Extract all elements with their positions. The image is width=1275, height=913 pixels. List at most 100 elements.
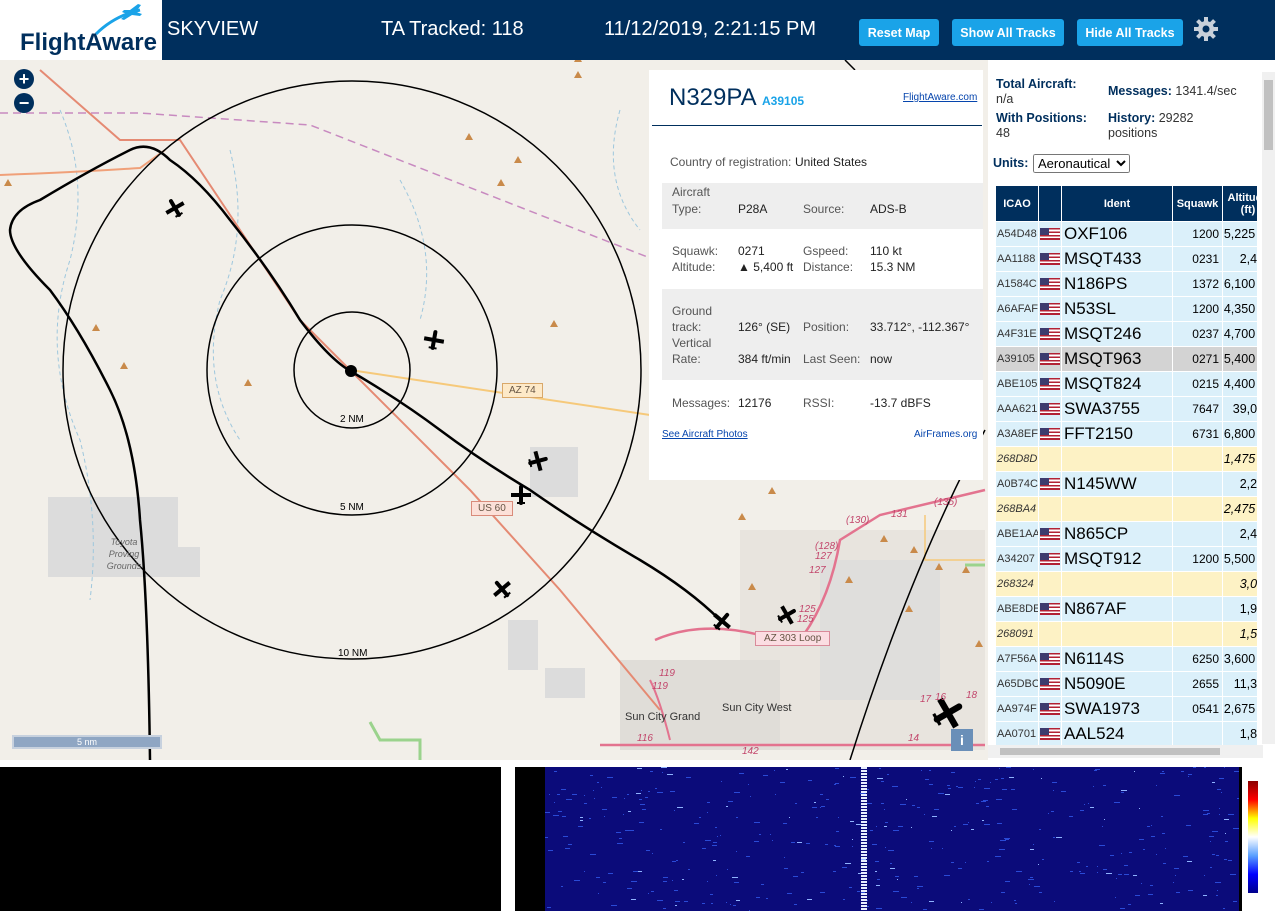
zoom-in-button[interactable]: + (14, 69, 34, 89)
info-button[interactable]: i (951, 729, 973, 751)
scroll-thumb[interactable] (1264, 80, 1273, 150)
table-row[interactable]: A34207 MSQT91212005,500 ▲ (995, 546, 1257, 572)
aircraft-type-label2: Type: (672, 202, 702, 216)
flag-column-header[interactable] (1038, 185, 1062, 222)
table-row[interactable]: A54D48 OXF10612005,225 ▼ (995, 221, 1257, 247)
table-row[interactable]: ABE8DE N867AF 1,900 (995, 596, 1257, 622)
waterfall-streak (1219, 814, 1220, 815)
waterfall-signal (865, 785, 867, 787)
table-row[interactable]: 268091 1,575 (995, 621, 1257, 647)
table-row[interactable]: ABE1AA N865CP 2,400 (995, 521, 1257, 547)
waterfall-streak (1012, 809, 1017, 810)
waterfall-signal (863, 875, 865, 877)
waterfall-streak (1188, 776, 1189, 777)
waterfall-streak (1150, 885, 1153, 886)
waterfall-streak (1221, 792, 1222, 793)
gear-icon[interactable] (1193, 16, 1219, 42)
waterfall-signal (863, 860, 865, 862)
waterfall-streak (917, 886, 923, 887)
table-row[interactable]: ABE105 MSQT82402154,400 ▲ (995, 371, 1257, 397)
waterfall-signal (861, 767, 863, 769)
waterfall-streak (736, 900, 740, 901)
table-horizontal-scrollbar[interactable] (988, 745, 1263, 758)
icao-column-header[interactable]: ICAO (995, 185, 1039, 222)
table-row[interactable]: AA1188 MSQT43302312,475 (995, 246, 1257, 272)
waterfall-streak (1139, 808, 1140, 809)
waterfall-streak (734, 882, 739, 883)
table-row[interactable]: AAA621 SWA3755764739,000 (995, 396, 1257, 422)
table-row[interactable]: A4F31E MSQT24602374,700 ▼ (995, 321, 1257, 347)
hide-all-tracks-button[interactable]: Hide All Tracks (1077, 19, 1183, 46)
waterfall-streak (558, 815, 559, 816)
waterfall-streak (1133, 875, 1137, 876)
waterfall-signal (861, 899, 863, 901)
waterfall-streak (661, 767, 667, 768)
icao-cell: AAA621 (995, 396, 1039, 422)
airframes-link[interactable]: AirFrames.org (914, 429, 977, 440)
ident-cell: N6114S (1061, 646, 1173, 672)
scroll-thumb[interactable] (1000, 748, 1220, 755)
waterfall-streak (789, 817, 790, 818)
table-row[interactable]: AA974F SWA197305412,675 ▼ (995, 696, 1257, 722)
aircraft-photos-link[interactable]: See Aircraft Photos (662, 429, 748, 440)
table-vertical-scrollbar[interactable] (1262, 72, 1275, 744)
ident-cell: N186PS (1061, 271, 1173, 297)
waterfall-streak (898, 826, 903, 827)
vertical-rate-value: 384 ft/min (738, 352, 791, 366)
table-row[interactable]: A39105 MSQT96302715,400 ▲ (995, 346, 1257, 372)
table-row[interactable]: AA0701 AAL524 1,825 (995, 721, 1257, 745)
app-name: SKYVIEW (167, 18, 259, 40)
waterfall-streak (808, 780, 812, 781)
waterfall-streak (574, 880, 580, 881)
ident-cell: MSQT912 (1061, 546, 1173, 572)
waterfall-streak (1176, 892, 1180, 893)
table-row[interactable]: A0B74C N145WW 2,200 (995, 471, 1257, 497)
icao-cell: A34207 (995, 546, 1039, 572)
table-row[interactable]: 268BA4 2,475 ▼ (995, 496, 1257, 522)
aircraft-hex[interactable]: A39105 (762, 94, 804, 108)
waterfall-streak (820, 807, 821, 808)
waterfall-streak (984, 788, 990, 789)
table-row[interactable]: A3A8EF FFT215067316,800 ▼ (995, 421, 1257, 447)
zoom-out-button[interactable]: − (14, 93, 34, 113)
waterfall-streak (979, 909, 984, 910)
table-row[interactable]: 268324 3,075 (995, 571, 1257, 597)
table-row[interactable]: A7F56A N6114S62503,600 ▼ (995, 646, 1257, 672)
waterfall-streak (944, 875, 950, 876)
waterfall-streak (674, 861, 676, 862)
waterfall-signal (865, 767, 867, 769)
datetime: 11/12/2019, 2:21:15 PM (604, 18, 817, 40)
waterfall-streak (594, 798, 595, 799)
flightaware-logo[interactable]: FlightAware (0, 0, 162, 60)
waterfall-signal (865, 902, 867, 904)
reset-map-button[interactable]: Reset Map (859, 19, 939, 46)
waterfall-streak (707, 881, 708, 882)
waterfall-streak (924, 814, 925, 815)
table-row[interactable]: A6AFAF N53SL12004,350 ▲ (995, 296, 1257, 322)
table-row[interactable]: 268D8D 1,475 ▲ (995, 446, 1257, 472)
ident-column-header[interactable]: Ident (1061, 185, 1173, 222)
waterfall-signal (861, 890, 863, 892)
table-row[interactable]: A65DBC N5090E265511,325 (995, 671, 1257, 697)
waterfall-streak (835, 783, 839, 784)
waterfall-streak (923, 909, 927, 910)
waterfall-streak (850, 777, 856, 778)
waterfall-streak (1039, 892, 1042, 893)
waterfall-streak (1212, 831, 1218, 832)
waterfall-streak (1216, 895, 1218, 896)
table-row[interactable]: A1584C N186PS13726,100 ▼ (995, 271, 1257, 297)
waterfall-streak (986, 806, 989, 807)
squawk-column-header[interactable]: Squawk (1172, 185, 1223, 222)
units-select[interactable]: Aeronautical (1033, 154, 1130, 173)
show-all-tracks-button[interactable]: Show All Tracks (952, 19, 1064, 46)
waterfall-signal (863, 872, 865, 874)
waterfall-streak (1104, 819, 1105, 820)
waterfall-signal (863, 788, 865, 790)
waterfall-signal (863, 809, 865, 811)
range-label-2nm: 2 NM (340, 414, 364, 425)
flightaware-link[interactable]: FlightAware.com (903, 92, 977, 103)
waterfall-streak (1097, 872, 1098, 873)
waterfall-streak (638, 871, 642, 872)
altitude-column-header[interactable]: Altitude(ft) (1222, 185, 1257, 222)
waterfall-signal (865, 791, 867, 793)
